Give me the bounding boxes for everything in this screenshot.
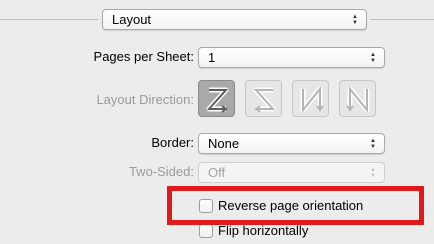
- pages-per-sheet-value: 1: [208, 50, 216, 65]
- border-value: None: [208, 136, 240, 151]
- pages-per-sheet-popup[interactable]: 1 ▲ ▼: [198, 47, 385, 68]
- n-order-top-bottom-right-left-icon: [346, 86, 370, 113]
- s-order-right-left-top-bottom-icon: [253, 87, 276, 113]
- layout-direction-z-button[interactable]: [198, 80, 235, 117]
- section-popup-value: Layout: [112, 12, 152, 27]
- flip-horizontally-label[interactable]: Flip horizontally: [218, 223, 308, 239]
- popup-arrows-icon: ▲ ▼: [370, 51, 376, 64]
- header-rule-left: [0, 19, 98, 20]
- popup-arrows-icon: ▲ ▼: [352, 13, 358, 26]
- layout-direction-n-reverse-button[interactable]: [339, 80, 376, 117]
- header-rule-right: [370, 19, 434, 20]
- popup-arrows-icon: ▲ ▼: [370, 137, 376, 150]
- border-popup[interactable]: None ▲ ▼: [198, 133, 385, 154]
- n-order-top-bottom-left-right-icon: [300, 86, 324, 113]
- section-popup[interactable]: Layout ▲ ▼: [102, 9, 367, 30]
- layout-direction-label: Layout Direction:: [96, 92, 194, 107]
- border-label: Border:: [151, 135, 194, 150]
- two-sided-label: Two-Sided:: [128, 164, 194, 179]
- two-sided-value: Off: [208, 165, 226, 180]
- z-order-left-right-top-bottom-icon: [206, 87, 229, 113]
- flip-horizontally-checkbox[interactable]: [199, 224, 213, 238]
- layout-direction-s-button[interactable]: [245, 80, 282, 117]
- annotation-highlight-box: [167, 186, 424, 225]
- two-sided-popup[interactable]: Off ▲ ▼: [198, 162, 385, 183]
- popup-arrows-icon: ▲ ▼: [370, 166, 376, 179]
- pages-per-sheet-label: Pages per Sheet:: [93, 49, 194, 64]
- layout-direction-n-button[interactable]: [292, 80, 329, 117]
